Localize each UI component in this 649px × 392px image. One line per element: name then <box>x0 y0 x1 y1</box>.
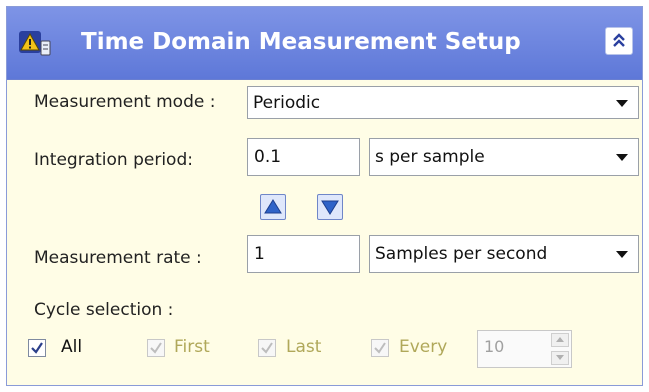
cycle-first-checkbox[interactable] <box>147 339 165 357</box>
measurement-mode-label: Measurement mode : <box>34 92 216 112</box>
measurement-setup-panel: Time Domain Measurement Setup Measuremen… <box>6 6 643 386</box>
measurement-rate-input[interactable]: 1 <box>247 235 360 273</box>
dropdown-caret-icon <box>616 251 628 258</box>
cycle-every-label: Every <box>399 337 448 357</box>
decrease-button[interactable] <box>317 194 343 220</box>
increase-button[interactable] <box>260 194 286 220</box>
measurement-rate-unit-value: Samples per second <box>375 244 548 264</box>
stepper-up-button[interactable] <box>551 333 569 347</box>
cycle-every-stepper[interactable]: 10 <box>477 330 572 368</box>
panel-header: Time Domain Measurement Setup <box>7 7 642 80</box>
cycle-selection-label: Cycle selection : <box>34 300 174 320</box>
cycle-all-checkbox[interactable] <box>28 339 46 357</box>
triangle-down-icon <box>321 200 339 215</box>
stepper-down-button[interactable] <box>551 351 569 365</box>
collapse-button[interactable] <box>605 27 633 55</box>
measurement-rate-unit-select[interactable]: Samples per second <box>369 235 639 273</box>
dropdown-caret-icon <box>616 154 628 161</box>
measurement-rate-label: Measurement rate : <box>34 248 202 268</box>
panel-title: Time Domain Measurement Setup <box>81 29 521 55</box>
chevron-down-icon <box>556 355 564 360</box>
double-chevron-up-icon <box>613 33 625 47</box>
integration-period-unit-value: s per sample <box>375 147 485 167</box>
checkmark-icon <box>374 342 386 354</box>
checkmark-icon <box>261 342 273 354</box>
cycle-every-value: 10 <box>484 337 505 356</box>
measurement-mode-select[interactable]: Periodic <box>247 86 639 119</box>
measurement-mode-value: Periodic <box>253 92 321 113</box>
checkmark-icon <box>31 342 43 354</box>
cycle-last-label: Last <box>286 337 322 357</box>
dropdown-caret-icon <box>616 99 628 107</box>
integration-period-label: Integration period: <box>34 150 193 170</box>
integration-period-unit-select[interactable]: s per sample <box>369 138 639 176</box>
cycle-first-label: First <box>174 337 210 357</box>
cycle-all-label: All <box>61 337 83 357</box>
triangle-up-icon <box>264 199 282 214</box>
cycle-last-checkbox[interactable] <box>258 339 276 357</box>
cycle-every-checkbox[interactable] <box>371 339 389 357</box>
measurement-setup-icon <box>17 25 53 57</box>
chevron-up-icon <box>556 337 564 342</box>
integration-period-input[interactable]: 0.1 <box>247 138 360 176</box>
checkmark-icon <box>150 342 162 354</box>
